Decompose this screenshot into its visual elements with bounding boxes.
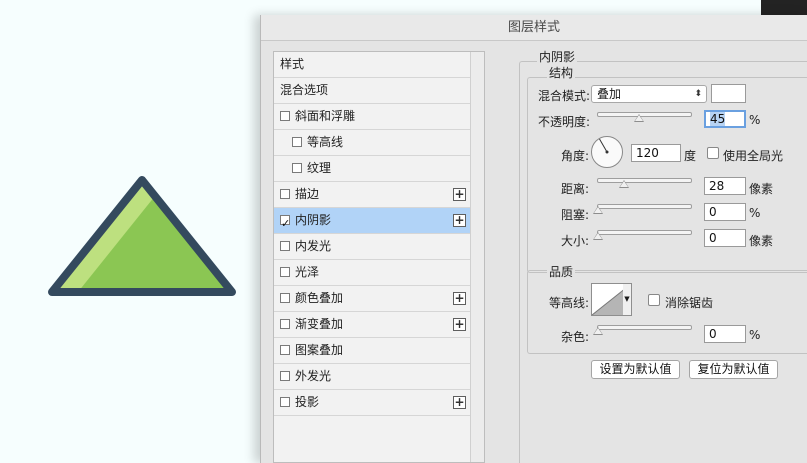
style-item-checkbox[interactable] xyxy=(280,371,290,381)
angle-label: 角度: xyxy=(561,149,590,163)
choke-unit: % xyxy=(749,206,761,220)
style-item-satin[interactable]: 光泽 xyxy=(274,260,471,286)
choke-slider[interactable] xyxy=(597,204,692,209)
style-item-gradient-overlay[interactable]: 渐变叠加 + xyxy=(274,312,471,338)
dialog-title: 图层样式 xyxy=(261,15,807,41)
choke-slider-thumb[interactable] xyxy=(593,206,603,214)
add-effect-plus-icon[interactable]: + xyxy=(453,396,466,409)
global-light-label: 使用全局光 xyxy=(723,149,784,163)
noise-input[interactable]: 0 xyxy=(704,325,746,343)
shadow-color-swatch[interactable] xyxy=(711,84,746,103)
contour-label: 等高线: xyxy=(549,296,590,310)
opacity-slider-thumb[interactable] xyxy=(634,114,644,122)
style-item-drop-shadow[interactable]: 投影 + xyxy=(274,390,471,416)
style-item-checkbox[interactable] xyxy=(280,267,290,277)
noise-slider-thumb[interactable] xyxy=(593,327,603,335)
add-effect-plus-icon[interactable]: + xyxy=(453,318,466,331)
contour-dropdown[interactable]: ▼ xyxy=(623,283,632,316)
style-item-label: 外发光 xyxy=(295,369,332,383)
size-slider[interactable] xyxy=(597,230,692,235)
blend-mode-label: 混合模式: xyxy=(538,89,591,103)
style-item-checkbox[interactable] xyxy=(280,293,290,303)
make-default-button[interactable]: 设置为默认值 xyxy=(591,360,680,379)
style-item-checkbox[interactable] xyxy=(292,163,302,173)
style-item-label: 图案叠加 xyxy=(295,343,344,357)
size-unit: 像素 xyxy=(749,234,774,248)
style-item-color-overlay[interactable]: 颜色叠加 + xyxy=(274,286,471,312)
angle-dial[interactable] xyxy=(591,136,623,168)
style-item-checkbox[interactable] xyxy=(280,241,290,251)
anti-alias-label: 消除锯齿 xyxy=(665,296,714,310)
style-list-scrollbar[interactable] xyxy=(470,52,484,462)
choke-input[interactable]: 0 xyxy=(704,203,746,221)
reset-default-button[interactable]: 复位为默认值 xyxy=(689,360,778,379)
style-item-blending-options[interactable]: 混合选项 xyxy=(274,78,471,104)
noise-unit: % xyxy=(749,328,761,342)
select-arrows-icon: ⬍ xyxy=(694,89,702,99)
style-item-label: 描边 xyxy=(295,187,320,201)
style-item-inner-glow[interactable]: 内发光 xyxy=(274,234,471,260)
style-item-label: 斜面和浮雕 xyxy=(295,109,356,123)
global-light-checkbox[interactable] xyxy=(707,147,719,159)
add-effect-plus-icon[interactable]: + xyxy=(453,188,466,201)
style-item-label: 内发光 xyxy=(295,239,332,253)
style-item-label: 投影 xyxy=(295,395,320,409)
style-item-label: 颜色叠加 xyxy=(295,291,344,305)
distance-slider[interactable] xyxy=(597,178,692,183)
noise-label: 杂色: xyxy=(561,330,590,344)
distance-input[interactable]: 28 xyxy=(704,177,746,195)
angle-unit: 度 xyxy=(684,149,697,163)
style-item-checkbox[interactable] xyxy=(280,189,290,199)
structure-title: 结构 xyxy=(547,64,576,81)
style-item-label: 纹理 xyxy=(307,161,332,175)
layer-style-dialog: 图层样式 样式混合选项斜面和浮雕等高线纹理描边+内阴影+内发光光泽颜色叠加+渐变… xyxy=(260,15,807,463)
add-effect-plus-icon[interactable]: + xyxy=(453,292,466,305)
opacity-slider[interactable] xyxy=(597,112,692,117)
document-canvas xyxy=(0,0,260,463)
noise-slider[interactable] xyxy=(597,325,692,330)
style-item-styles[interactable]: 样式 xyxy=(274,52,471,78)
add-effect-plus-icon[interactable]: + xyxy=(453,214,466,227)
choke-label: 阻塞: xyxy=(561,208,590,222)
style-item-checkbox[interactable] xyxy=(292,137,302,147)
style-item-label: 等高线 xyxy=(307,135,344,149)
style-item-checkbox[interactable] xyxy=(280,319,290,329)
style-item-checkbox[interactable] xyxy=(280,111,290,121)
style-item-texture[interactable]: 纹理 xyxy=(274,156,471,182)
size-slider-thumb[interactable] xyxy=(593,232,603,240)
style-item-checkbox[interactable] xyxy=(280,345,290,355)
inner-shadow-title: 内阴影 xyxy=(537,48,578,65)
distance-label: 距离: xyxy=(561,182,590,196)
distance-unit: 像素 xyxy=(749,182,774,196)
style-item-label: 光泽 xyxy=(295,265,320,279)
angle-input[interactable]: 120 xyxy=(631,144,681,162)
style-item-label: 混合选项 xyxy=(280,83,329,97)
style-item-checkbox[interactable] xyxy=(280,397,290,407)
quality-title: 品质 xyxy=(547,263,576,280)
style-item-pattern-overlay[interactable]: 图案叠加 xyxy=(274,338,471,364)
opacity-input[interactable]: 45 xyxy=(704,110,746,128)
style-item-stroke[interactable]: 描边 + xyxy=(274,182,471,208)
blend-mode-value: 叠加 xyxy=(597,87,622,101)
style-item-label: 渐变叠加 xyxy=(295,317,344,331)
anti-alias-checkbox[interactable] xyxy=(648,294,660,306)
angle-needle-icon xyxy=(599,138,609,154)
opacity-label: 不透明度: xyxy=(538,115,591,129)
style-item-checkbox[interactable] xyxy=(280,211,290,236)
distance-slider-thumb[interactable] xyxy=(619,180,629,188)
style-item-label: 内阴影 xyxy=(295,213,332,227)
style-item-inner-shadow[interactable]: 内阴影 + xyxy=(274,208,471,236)
style-item-label: 样式 xyxy=(280,57,305,71)
triangle-shape xyxy=(48,176,236,296)
style-item-bevel-emboss[interactable]: 斜面和浮雕 xyxy=(274,104,471,130)
size-input[interactable]: 0 xyxy=(704,229,746,247)
opacity-unit: % xyxy=(749,113,761,127)
background-window-edge xyxy=(761,0,807,15)
style-list: 样式混合选项斜面和浮雕等高线纹理描边 + 内阴影 + 内发光光泽颜色叠加 + 渐变叠加 + 图案… xyxy=(273,51,485,463)
style-item-contour[interactable]: 等高线 xyxy=(274,130,471,156)
blend-mode-select[interactable]: 叠加 ⬍ xyxy=(591,85,707,103)
size-label: 大小: xyxy=(561,234,590,248)
style-item-outer-glow[interactable]: 外发光 xyxy=(274,364,471,390)
